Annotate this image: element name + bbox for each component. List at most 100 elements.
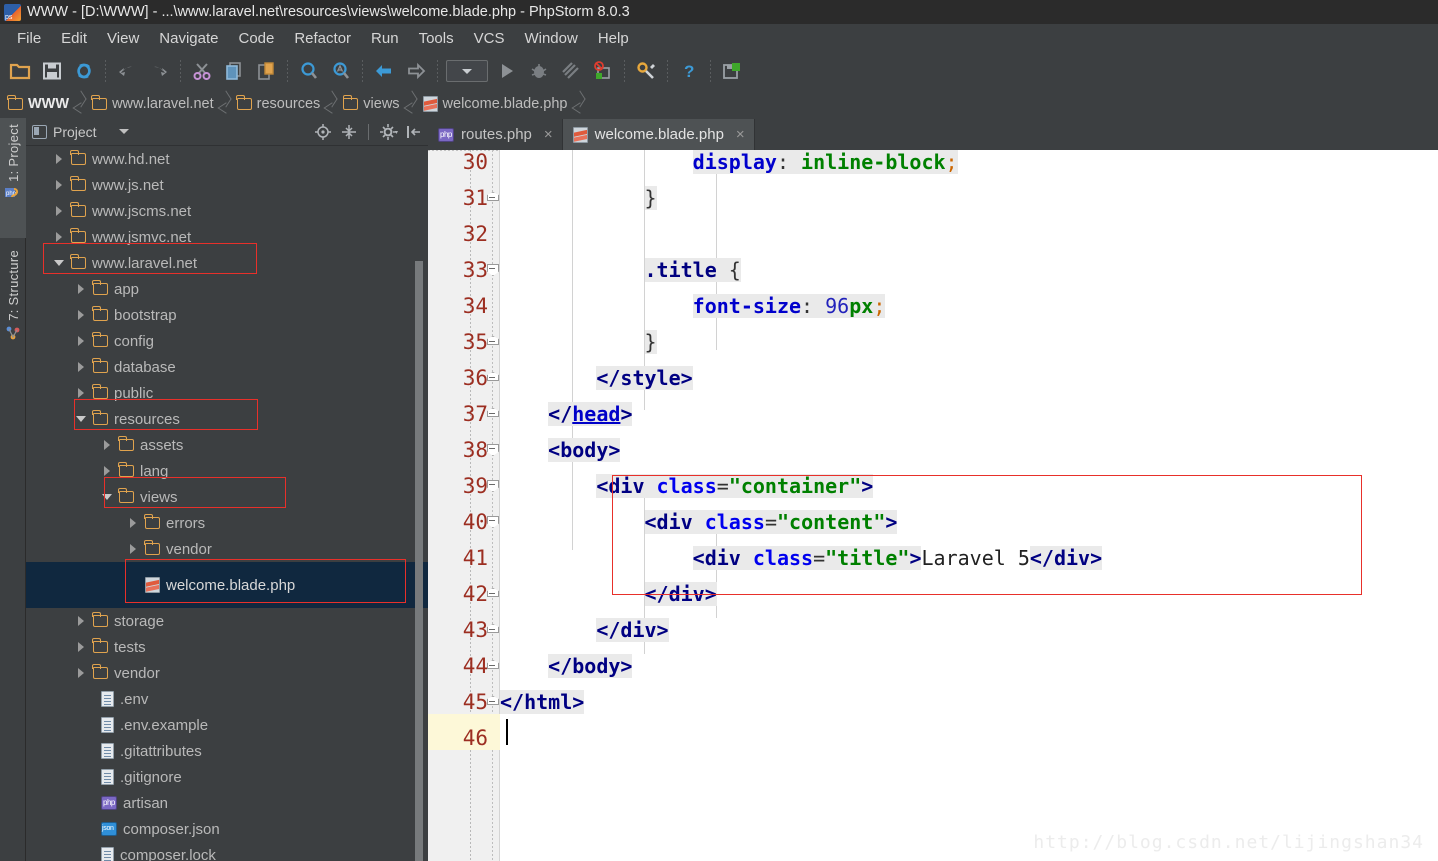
- chevron-down-icon[interactable]: [118, 129, 129, 134]
- tree-item-public[interactable]: public: [26, 380, 428, 406]
- tree-item-tests[interactable]: tests: [26, 634, 428, 660]
- tree-item-vendor-views[interactable]: vendor: [26, 536, 428, 562]
- breadcrumb-item-laravel[interactable]: www.laravel.net: [91, 90, 214, 118]
- settings-wrench-icon[interactable]: [631, 56, 661, 86]
- locate-target-icon[interactable]: [315, 123, 331, 140]
- tree-item-lang[interactable]: lang: [26, 458, 428, 484]
- find-replace-icon[interactable]: [326, 56, 356, 86]
- menu-item-run[interactable]: Run: [362, 28, 408, 49]
- chevron-right-icon[interactable]: [76, 283, 88, 295]
- chevron-right-icon[interactable]: [54, 153, 66, 165]
- folder-icon: [118, 462, 134, 477]
- chevron-right-icon[interactable]: [76, 361, 88, 373]
- tree-item-storage[interactable]: storage: [26, 608, 428, 634]
- hide-panel-icon[interactable]: [406, 124, 422, 140]
- tab-welcome-blade-php[interactable]: welcome.blade.php ×: [562, 119, 755, 150]
- stop-deploy-icon[interactable]: [588, 56, 618, 86]
- menu-item-file[interactable]: File: [8, 28, 50, 49]
- tree-item-welcome-blade-php[interactable]: welcome.blade.php: [26, 562, 428, 608]
- breadcrumb-item-www[interactable]: WWW: [7, 90, 69, 118]
- tree-item-gitattributes[interactable]: .gitattributes: [26, 738, 428, 764]
- breadcrumb-item-resources[interactable]: resources: [236, 90, 320, 118]
- run-play-icon[interactable]: [492, 56, 522, 86]
- tree-item-bootstrap[interactable]: bootstrap: [26, 302, 428, 328]
- tree-item-views[interactable]: views: [26, 484, 428, 510]
- copy-icon[interactable]: [219, 56, 249, 86]
- chevron-down-icon[interactable]: [76, 413, 88, 425]
- deploy-upload-icon[interactable]: [717, 56, 747, 86]
- undo-arrow-icon[interactable]: [112, 56, 142, 86]
- tree-item-assets[interactable]: assets: [26, 432, 428, 458]
- breadcrumb-item-file[interactable]: welcome.blade.php: [422, 90, 568, 118]
- paste-icon[interactable]: [251, 56, 281, 86]
- menu-item-edit[interactable]: Edit: [52, 28, 96, 49]
- chevron-right-icon[interactable]: [54, 231, 66, 243]
- menu-item-vcs[interactable]: VCS: [465, 28, 514, 49]
- tree-item-composer-lock[interactable]: composer.lock: [26, 842, 428, 861]
- chevron-right-icon[interactable]: [76, 309, 88, 321]
- menu-item-window[interactable]: Window: [515, 28, 586, 49]
- chevron-right-icon[interactable]: [76, 387, 88, 399]
- tree-item-app[interactable]: app: [26, 276, 428, 302]
- help-question-icon[interactable]: ?: [674, 56, 704, 86]
- save-all-icon[interactable]: [37, 56, 67, 86]
- tree-item-errors[interactable]: errors: [26, 510, 428, 536]
- code-line-42: </div>: [500, 576, 717, 612]
- code-line-40: <div class="content">: [644, 510, 898, 534]
- chevron-right-icon[interactable]: [76, 641, 88, 653]
- chevron-right-icon[interactable]: [76, 667, 88, 679]
- chevron-right-icon[interactable]: [54, 205, 66, 217]
- code-text-region[interactable]: display: inline-block; } .title { font-s…: [500, 150, 1438, 861]
- menu-item-refactor[interactable]: Refactor: [285, 28, 360, 49]
- html-tag: </div>: [596, 618, 669, 642]
- tree-item-database[interactable]: database: [26, 354, 428, 380]
- menu-item-view[interactable]: View: [98, 28, 148, 49]
- close-icon[interactable]: ×: [736, 126, 745, 143]
- redo-arrow-icon[interactable]: [144, 56, 174, 86]
- chevron-right-icon[interactable]: [76, 615, 88, 627]
- collapse-all-icon[interactable]: [341, 124, 357, 140]
- tree-item-vendor[interactable]: vendor: [26, 660, 428, 686]
- code-editor[interactable]: 30 31 32 33 34 35 36 37 38 39 40 41 42 4…: [428, 150, 1438, 861]
- chevron-down-icon[interactable]: [54, 257, 66, 269]
- open-folder-icon[interactable]: [5, 56, 35, 86]
- tree-item-composer-json[interactable]: composer.json: [26, 816, 428, 842]
- tree-item-env-example[interactable]: .env.example: [26, 712, 428, 738]
- project-tree[interactable]: www.hd.net www.js.net www.jscms.net www.…: [26, 146, 428, 861]
- run-configuration-dropdown[interactable]: [446, 60, 488, 82]
- tree-item-config[interactable]: config: [26, 328, 428, 354]
- close-icon[interactable]: ×: [544, 126, 553, 143]
- tree-item-www-jsmvc-net[interactable]: www.jsmvc.net: [26, 224, 428, 250]
- coverage-icon[interactable]: [556, 56, 586, 86]
- tree-item-www-js-net[interactable]: www.js.net: [26, 172, 428, 198]
- chevron-down-icon[interactable]: [102, 491, 114, 503]
- tree-item-www-hd-net[interactable]: www.hd.net: [26, 146, 428, 172]
- chevron-right-icon[interactable]: [54, 179, 66, 191]
- forward-arrow-icon[interactable]: [401, 56, 431, 86]
- tree-item-gitignore[interactable]: .gitignore: [26, 764, 428, 790]
- find-magnifier-icon[interactable]: [294, 56, 324, 86]
- project-tree-scrollbar[interactable]: [415, 261, 423, 861]
- tree-item-env[interactable]: .env: [26, 686, 428, 712]
- tree-item-www-laravel-net[interactable]: www.laravel.net: [26, 250, 428, 276]
- menu-item-tools[interactable]: Tools: [410, 28, 463, 49]
- menu-item-help[interactable]: Help: [589, 28, 638, 49]
- back-arrow-icon[interactable]: [369, 56, 399, 86]
- chevron-right-icon[interactable]: [102, 465, 114, 477]
- menu-item-code[interactable]: Code: [229, 28, 283, 49]
- chevron-right-icon[interactable]: [76, 335, 88, 347]
- settings-gear-icon[interactable]: [380, 123, 398, 140]
- chevron-right-icon[interactable]: [128, 517, 140, 529]
- sidebar-item-structure[interactable]: 7: Structure: [0, 244, 26, 374]
- tree-item-www-jscms-net[interactable]: www.jscms.net: [26, 198, 428, 224]
- chevron-right-icon[interactable]: [128, 543, 140, 555]
- sync-refresh-icon[interactable]: [69, 56, 99, 86]
- debug-bug-icon[interactable]: [524, 56, 554, 86]
- tree-item-artisan[interactable]: artisan: [26, 790, 428, 816]
- breadcrumb-item-views[interactable]: views: [342, 90, 400, 118]
- chevron-right-icon[interactable]: [102, 439, 114, 451]
- tree-item-resources[interactable]: resources: [26, 406, 428, 432]
- cut-scissors-icon[interactable]: [187, 56, 217, 86]
- menu-item-navigate[interactable]: Navigate: [150, 28, 227, 49]
- sidebar-item-project[interactable]: 1: Project php: [0, 118, 26, 238]
